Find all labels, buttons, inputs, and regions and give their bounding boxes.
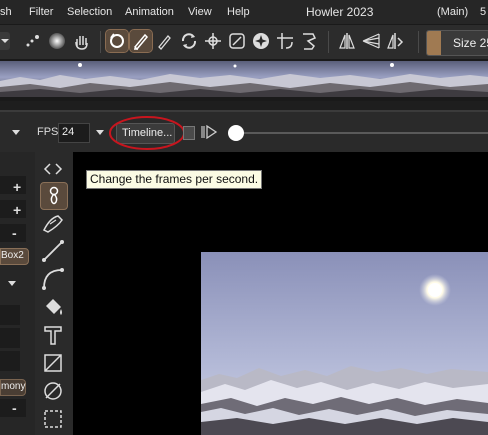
stop-icon[interactable]	[183, 126, 195, 140]
code-brackets-icon[interactable]	[40, 156, 66, 176]
warp-icon[interactable]	[298, 30, 320, 52]
toolbar: Size 25	[0, 24, 488, 60]
fill-bucket-icon[interactable]	[40, 294, 66, 320]
mirror-vertical-icon[interactable]	[336, 30, 358, 52]
pen-icon[interactable]	[154, 30, 176, 52]
curve-icon[interactable]	[40, 266, 66, 292]
remove-button-1[interactable]: -	[12, 225, 17, 241]
perspective-icon[interactable]	[360, 30, 382, 52]
crosshair-move-icon[interactable]	[202, 30, 224, 52]
brush-size-label: Size 25	[453, 36, 488, 50]
refresh-icon[interactable]	[178, 30, 200, 52]
panel-dropdown-arrow-icon[interactable]	[10, 128, 22, 138]
add-button-1[interactable]: +	[13, 179, 21, 195]
marquee-selection-icon[interactable]	[40, 406, 66, 432]
animation-bar: FPS 24 Timeline...	[0, 110, 488, 154]
menu-help[interactable]: Help	[227, 6, 250, 18]
fps-input[interactable]: 24	[58, 123, 90, 143]
layer-dropdown-arrow-icon[interactable]	[6, 279, 18, 289]
hand-pan-icon[interactable]	[70, 30, 92, 52]
text-tool-icon[interactable]	[40, 322, 66, 348]
layers-panel: + + - Box2 mony -	[0, 152, 35, 435]
line-icon[interactable]	[40, 238, 66, 264]
brush-size-field[interactable]: Size 25	[426, 30, 488, 56]
timeline-playhead[interactable]	[228, 125, 244, 141]
fps-value: 24	[62, 126, 75, 138]
landscape-image	[201, 252, 488, 435]
menu-bar: sh Filter Selection Animation View Help …	[0, 0, 488, 24]
transform-icon[interactable]	[274, 30, 296, 52]
crossed-square-icon[interactable]	[40, 350, 66, 376]
smudge-brush-icon[interactable]	[40, 210, 66, 236]
menu-selection[interactable]: Selection	[67, 6, 112, 18]
menu-filter[interactable]: Filter	[29, 6, 53, 18]
star-badge-icon[interactable]	[250, 30, 272, 52]
add-button-2[interactable]: +	[13, 202, 21, 218]
fps-label: FPS	[37, 126, 59, 138]
remove-button-2[interactable]: -	[12, 400, 17, 416]
preview-strip	[0, 59, 488, 101]
harmony-tag[interactable]: mony	[0, 379, 26, 396]
brush-color-swatch	[427, 31, 441, 55]
menu-animation[interactable]: Animation	[125, 6, 174, 18]
brush-stroke-icon[interactable]	[40, 182, 68, 210]
timeline-track[interactable]	[236, 132, 488, 134]
menu-view[interactable]: View	[188, 6, 212, 18]
app-title: Howler 2023	[306, 5, 374, 19]
fps-tooltip: Change the frames per second.	[86, 170, 263, 189]
timeline-highlight-ellipse	[109, 116, 185, 150]
fps-dropdown-arrow-icon[interactable]	[94, 128, 106, 138]
play-forward-icon[interactable]	[200, 125, 218, 139]
no-symbol-icon[interactable]	[40, 378, 66, 404]
tool-column	[35, 152, 73, 435]
toolbar-dropdown[interactable]	[0, 32, 10, 50]
brush-icon[interactable]	[129, 29, 153, 53]
dots-brush-icon[interactable]	[22, 30, 44, 52]
soft-brush-icon[interactable]	[46, 30, 68, 52]
mirror-rotate-icon[interactable]	[384, 30, 406, 52]
workspace-label: (Main)	[437, 6, 469, 18]
rotate-canvas-icon[interactable]	[105, 29, 129, 53]
box2-tag[interactable]: Box2	[0, 248, 29, 265]
drawing-canvas[interactable]: Change the frames per second.	[73, 152, 488, 435]
menu-right-fragment: 5	[480, 6, 487, 18]
edit-box-icon[interactable]	[226, 30, 248, 52]
menu-item-fragment[interactable]: sh	[0, 6, 12, 18]
